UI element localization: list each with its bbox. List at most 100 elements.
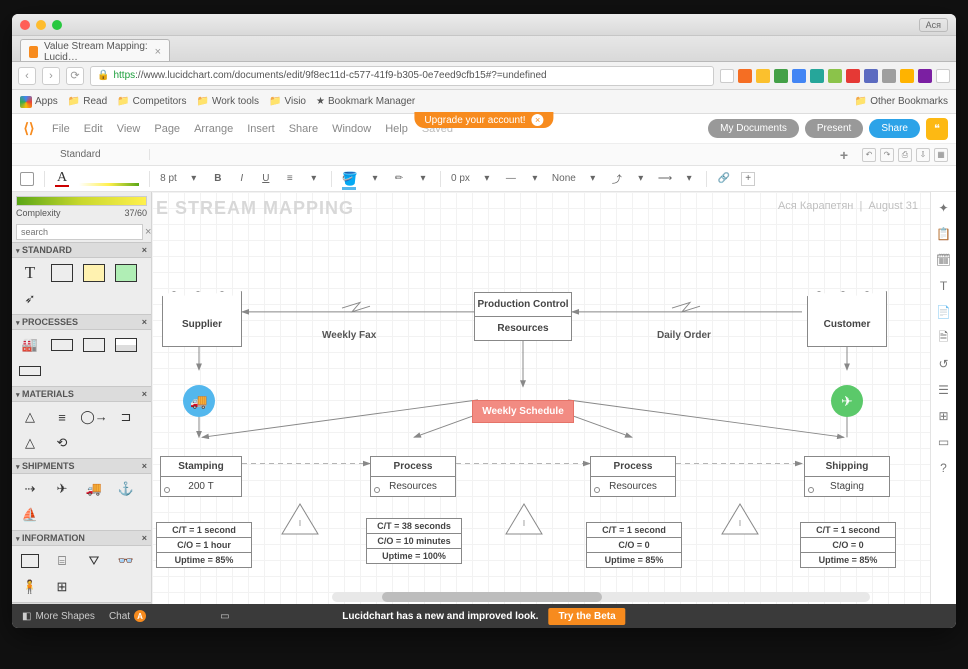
section-materials[interactable]: ▾ MATERIALS× (12, 386, 151, 402)
database-shape[interactable]: ⌸ (48, 550, 76, 572)
text-shape[interactable]: T (16, 262, 44, 284)
inventory-shape[interactable]: △ (16, 406, 44, 428)
menu-arrange[interactable]: Arrange (194, 123, 233, 135)
scrollbar-thumb[interactable] (382, 592, 602, 602)
menu-icon[interactable] (936, 69, 950, 83)
master-icon[interactable]: ⊞ (936, 408, 952, 424)
align-button[interactable]: ≡ (283, 171, 297, 187)
supermarket-shape[interactable]: ⊐ (112, 406, 140, 428)
section-information[interactable]: ▾ INFORMATION× (12, 530, 151, 546)
fill-color-button[interactable]: 🪣 (342, 171, 358, 187)
close-icon[interactable]: × (142, 317, 147, 327)
chevron-down-icon[interactable]: ▾ (307, 171, 321, 187)
try-beta-button[interactable]: Try the Beta (548, 608, 625, 625)
safety-shape[interactable]: △ (16, 432, 44, 454)
ext-icon[interactable] (900, 69, 914, 83)
chevron-down-icon[interactable]: ▾ (586, 171, 600, 187)
close-icon[interactable]: × (142, 533, 147, 543)
buffer-shape[interactable]: ≡ (48, 406, 76, 428)
help-icon[interactable]: ? (936, 460, 952, 476)
line-width-field[interactable]: 0 px (451, 171, 470, 187)
section-shipments[interactable]: ▾ SHIPMENTS× (12, 458, 151, 474)
line-endpoint-dropdown[interactable]: None (552, 171, 576, 187)
boat-shape[interactable]: ⛵ (16, 504, 44, 526)
board-shape[interactable]: ⊞ (48, 576, 76, 598)
truck-shape[interactable]: 🚚 (80, 478, 108, 500)
close-icon[interactable]: × (142, 389, 147, 399)
process-shape[interactable] (48, 334, 76, 356)
ext-icon[interactable] (774, 69, 788, 83)
clear-search-icon[interactable]: × (145, 226, 151, 238)
factory-shape[interactable]: 🏭 (16, 334, 44, 356)
shipping-data[interactable]: C/T = 1 second C/O = 0 Uptime = 85% (800, 522, 896, 568)
pointer-shape[interactable]: ➶ (16, 288, 44, 310)
layers-icon[interactable]: ☰ (936, 382, 952, 398)
italic-button[interactable]: I (235, 171, 249, 187)
forklift-shape[interactable]: ⚓ (112, 478, 140, 500)
process1-data[interactable]: C/T = 38 seconds C/O = 10 minutes Uptime… (366, 518, 462, 564)
bold-button[interactable]: B (211, 171, 225, 187)
clipboard-icon[interactable] (20, 172, 34, 186)
minimize-chat-button[interactable]: ▭ (220, 611, 229, 622)
canvas[interactable]: E STREAM MAPPING Ася Карапетян | August … (152, 192, 930, 604)
clipboard-icon[interactable]: 📋 (936, 226, 952, 242)
line-solid-icon[interactable]: — (504, 171, 518, 187)
address-bar[interactable]: 🔒 https://www.lucidchart.com/documents/e… (90, 66, 714, 86)
back-button[interactable]: ‹ (18, 67, 36, 85)
menu-window[interactable]: Window (332, 123, 371, 135)
menu-insert[interactable]: Insert (247, 123, 275, 135)
airplane-shape[interactable]: ✈ (48, 478, 76, 500)
inventory-triangle[interactable]: I (504, 502, 544, 536)
ext-icon[interactable] (792, 69, 806, 83)
close-window-button[interactable] (20, 20, 30, 30)
font-size-field[interactable]: 8 pt (160, 171, 177, 187)
close-icon[interactable]: × (142, 461, 147, 471)
menu-file[interactable]: File (52, 123, 70, 135)
chrome-profile-badge[interactable]: Ася (919, 18, 948, 32)
chevron-down-icon[interactable]: ▾ (187, 171, 201, 187)
zoom-window-button[interactable] (52, 20, 62, 30)
link-icon[interactable]: 🔗 (717, 171, 731, 187)
bookmark-folder-read[interactable]: 📁Read (68, 96, 107, 107)
apps-shortcut[interactable]: Apps (20, 96, 58, 108)
weekly-schedule-node[interactable]: Weekly Schedule (472, 400, 574, 423)
ext-icon[interactable] (918, 69, 932, 83)
arrow-right-icon[interactable]: ⟶ (658, 171, 672, 187)
menu-page[interactable]: Page (154, 123, 180, 135)
presentation-icon[interactable]: ▭ (936, 434, 952, 450)
inventory-triangle[interactable]: I (720, 502, 760, 536)
signal-shape[interactable]: ⛛ (80, 550, 108, 572)
lucidchart-logo-icon[interactable]: ⟨⟩ (20, 120, 38, 138)
note-yellow-shape[interactable] (80, 262, 108, 284)
supplier-node[interactable]: Supplier (162, 302, 242, 347)
note-green-shape[interactable] (112, 262, 140, 284)
ext-icon[interactable] (864, 69, 878, 83)
close-icon[interactable]: × (142, 245, 147, 255)
section-processes[interactable]: ▾ PROCESSES× (12, 314, 151, 330)
connector-type-icon[interactable]: ⤴ (610, 171, 624, 187)
process3-shape[interactable] (112, 334, 140, 356)
chevron-down-icon[interactable]: ▾ (682, 171, 696, 187)
other-bookmarks-button[interactable]: 📁Other Bookmarks (855, 96, 948, 107)
menu-view[interactable]: View (117, 123, 141, 135)
process2-shape[interactable] (80, 334, 108, 356)
ext-icon[interactable] (738, 69, 752, 83)
weekly-fax-label[interactable]: Weekly Fax (322, 330, 376, 341)
ext-icon[interactable] (846, 69, 860, 83)
chevron-down-icon[interactable]: ▾ (480, 171, 494, 187)
more-shapes-button[interactable]: ◧More Shapes (22, 611, 95, 622)
pull-shape[interactable]: ⟲ (48, 432, 76, 454)
browser-tab[interactable]: Value Stream Mapping: Lucid… × (20, 39, 170, 61)
reload-button[interactable]: ⟳ (66, 67, 84, 85)
section-standard[interactable]: ▾ STANDARD× (12, 242, 151, 258)
grid-icon[interactable]: ▦ (934, 148, 948, 162)
chevron-down-icon[interactable]: ▾ (368, 171, 382, 187)
print-icon[interactable]: ⎙ (898, 148, 912, 162)
my-documents-button[interactable]: My Documents (708, 119, 799, 138)
underline-button[interactable]: U (259, 171, 273, 187)
page-tab-standard[interactable]: Standard (12, 149, 150, 160)
process1-node[interactable]: Process Resources (370, 456, 456, 497)
menu-edit[interactable]: Edit (84, 123, 103, 135)
chevron-down-icon[interactable]: ▾ (416, 171, 430, 187)
bookmark-folder-visio[interactable]: 📁Visio (269, 96, 306, 107)
